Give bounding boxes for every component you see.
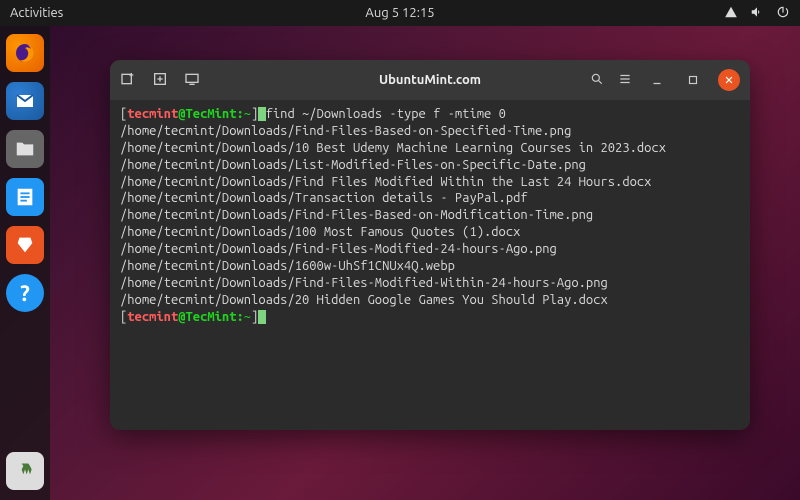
dock-thunderbird[interactable] xyxy=(6,82,44,120)
power-icon[interactable] xyxy=(776,5,790,22)
new-tab-icon[interactable] xyxy=(120,71,136,90)
prompt-host: TecMint xyxy=(186,107,237,121)
clock[interactable]: Aug 5 12:15 xyxy=(365,6,434,20)
dock: ? xyxy=(0,26,50,500)
output-line: /home/tecmint/Downloads/20 Hidden Google… xyxy=(120,293,608,307)
dock-firefox[interactable] xyxy=(6,34,44,72)
output-line: /home/tecmint/Downloads/Find Files Modif… xyxy=(120,175,651,189)
close-button[interactable] xyxy=(718,69,740,91)
window-title: UbuntuMint.com xyxy=(379,73,481,87)
terminal-window: UbuntuMint.com [tecmint@TecMint:~]_find … xyxy=(110,60,750,430)
volume-icon[interactable] xyxy=(750,5,764,22)
maximize-button[interactable] xyxy=(682,69,704,91)
dock-trash[interactable] xyxy=(6,452,44,490)
output-line: /home/tecmint/Downloads/List-Modified-Fi… xyxy=(120,158,586,172)
output-line: /home/tecmint/Downloads/1600w-UhSf1CNUx4… xyxy=(120,259,455,273)
prompt-path: ~ xyxy=(244,107,251,121)
output-line: /home/tecmint/Downloads/Find-Files-Based… xyxy=(120,124,571,138)
search-icon[interactable] xyxy=(590,72,604,89)
network-icon[interactable] xyxy=(724,5,738,22)
hamburger-menu-icon[interactable] xyxy=(618,72,632,89)
activities-button[interactable]: Activities xyxy=(10,6,63,20)
dock-ubuntu-software[interactable] xyxy=(6,226,44,264)
prompt-user: tecmint xyxy=(127,310,178,324)
output-line: /home/tecmint/Downloads/Find-Files-Modif… xyxy=(120,242,557,256)
new-window-icon[interactable] xyxy=(152,71,168,90)
terminal-body[interactable]: [tecmint@TecMint:~]_find ~/Downloads -ty… xyxy=(110,100,750,430)
prompt-host: TecMint xyxy=(186,310,237,324)
command-text: find ~/Downloads -type f -mtime 0 xyxy=(266,107,506,121)
output-line: /home/tecmint/Downloads/Find-Files-Modif… xyxy=(120,276,608,290)
terminal-titlebar[interactable]: UbuntuMint.com xyxy=(110,60,750,100)
prompt-path: ~ xyxy=(244,310,251,324)
dock-files[interactable] xyxy=(6,130,44,168)
dock-libreoffice-writer[interactable] xyxy=(6,178,44,216)
desktop-topbar: Activities Aug 5 12:15 xyxy=(0,0,800,26)
dock-help[interactable]: ? xyxy=(6,274,44,312)
output-line: /home/tecmint/Downloads/100 Most Famous … xyxy=(120,225,520,239)
minimize-button[interactable] xyxy=(646,69,668,91)
output-line: /home/tecmint/Downloads/Transaction deta… xyxy=(120,191,528,205)
prompt-user: tecmint xyxy=(127,107,178,121)
output-line: /home/tecmint/Downloads/Find-Files-Based… xyxy=(120,208,593,222)
screen-icon[interactable] xyxy=(184,71,200,90)
output-line: /home/tecmint/Downloads/10 Best Udemy Ma… xyxy=(120,141,666,155)
